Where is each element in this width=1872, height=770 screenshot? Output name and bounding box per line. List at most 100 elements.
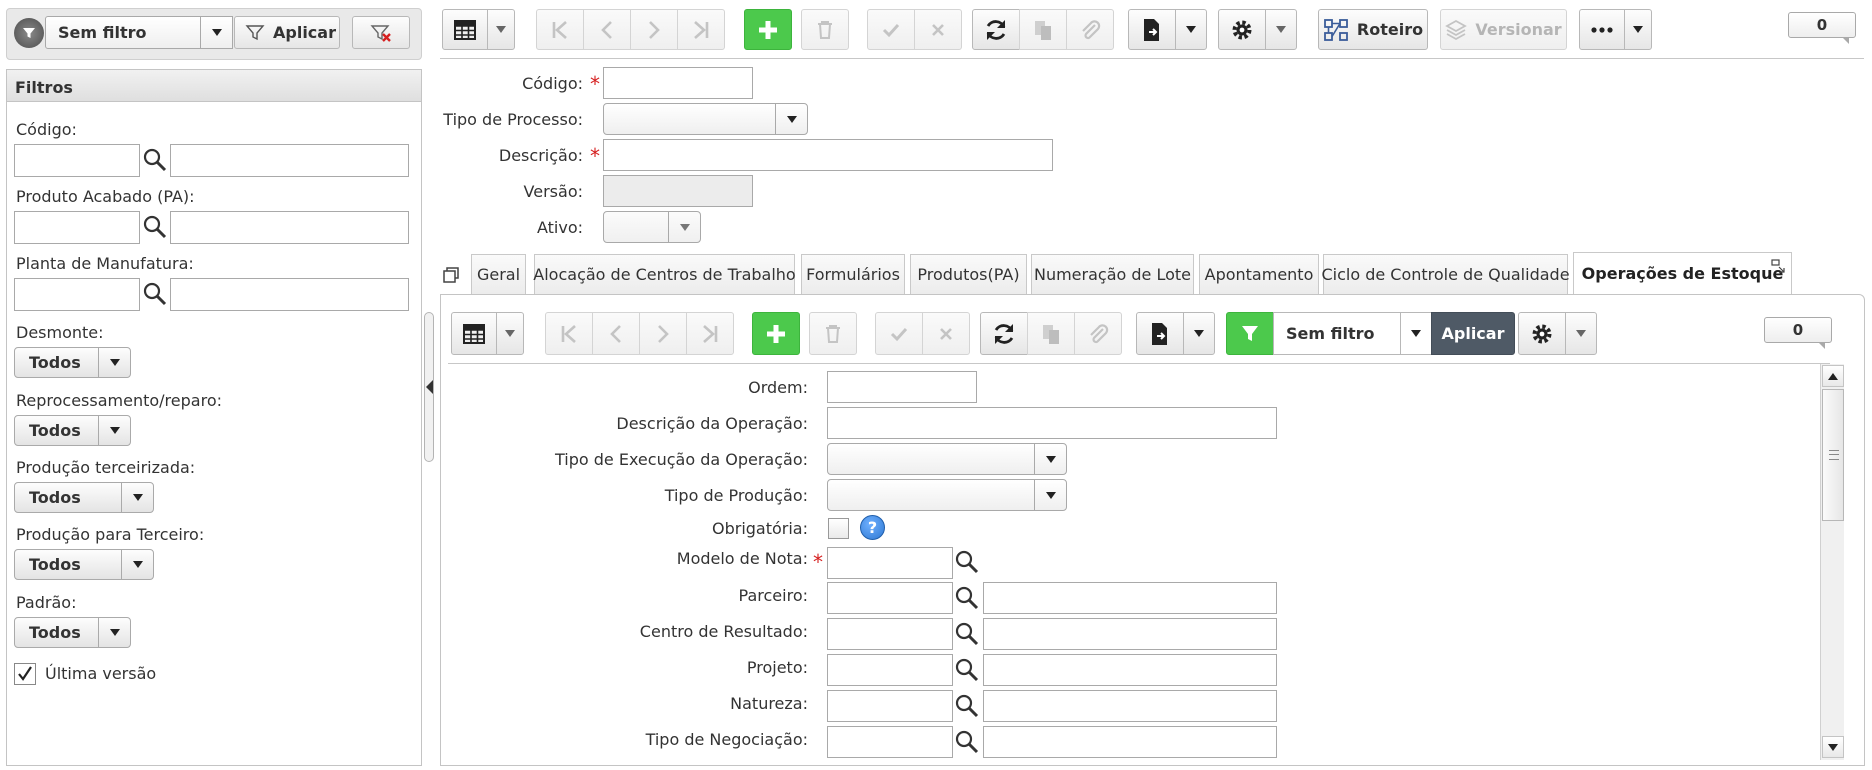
chevron-down-icon[interactable] <box>200 17 232 48</box>
chevron-down-icon[interactable] <box>98 618 130 647</box>
sub-filter-select[interactable]: Sem filtro <box>1273 312 1401 355</box>
tab-produtos[interactable]: Produtos(PA) <box>910 254 1027 294</box>
grid-view-dropdown[interactable] <box>487 9 515 50</box>
filter-planta-description[interactable] <box>170 278 409 311</box>
tipo-processo-select[interactable] <box>603 103 808 135</box>
projeto-description-input[interactable] <box>983 654 1277 686</box>
cancel-button[interactable] <box>914 9 962 50</box>
duplicate-button[interactable] <box>1019 9 1067 50</box>
vertical-scrollbar[interactable] <box>1820 364 1844 760</box>
search-icon[interactable] <box>954 657 980 683</box>
sub-attach-button[interactable] <box>1074 312 1122 355</box>
filter-para-terceiro-select[interactable]: Todos <box>14 549 154 580</box>
filter-reprocessamento-select[interactable]: Todos <box>14 415 131 446</box>
help-icon[interactable]: ? <box>860 515 885 540</box>
descricao-input[interactable] <box>603 139 1053 171</box>
search-icon[interactable] <box>142 214 168 240</box>
tab-apontamento[interactable]: Apontamento <box>1199 254 1319 294</box>
chevron-down-icon[interactable] <box>98 348 130 377</box>
restore-window-icon[interactable] <box>442 266 460 284</box>
tipo-negociacao-description-input[interactable] <box>983 726 1277 758</box>
codigo-input[interactable] <box>603 67 753 99</box>
ativo-select[interactable] <box>603 211 701 243</box>
settings-dropdown[interactable] <box>1265 9 1297 50</box>
search-icon[interactable] <box>954 729 980 755</box>
last-record-button[interactable] <box>677 9 725 50</box>
sub-settings-dropdown[interactable] <box>1565 312 1597 355</box>
scroll-up-button[interactable] <box>1822 365 1844 387</box>
search-icon[interactable] <box>954 621 980 647</box>
filter-terceirizada-select[interactable]: Todos <box>14 482 154 513</box>
attach-button[interactable] <box>1066 9 1114 50</box>
sub-settings-button[interactable] <box>1518 312 1566 355</box>
obrigatoria-checkbox[interactable] <box>828 518 849 539</box>
collapse-panel-arrow-icon[interactable] <box>426 380 433 394</box>
chevron-down-icon[interactable] <box>775 104 807 134</box>
roteiro-button[interactable]: Roteiro <box>1318 9 1428 50</box>
modelo-nota-input[interactable] <box>827 547 953 579</box>
tipo-producao-select[interactable] <box>827 479 1067 511</box>
settings-button[interactable] <box>1218 9 1266 50</box>
sub-grid-view-button[interactable] <box>451 312 497 355</box>
filter-produto-description[interactable] <box>170 211 409 244</box>
save-button[interactable] <box>867 9 915 50</box>
search-icon[interactable] <box>142 147 168 173</box>
next-record-button[interactable] <box>630 9 678 50</box>
saved-filter-select[interactable]: Sem filtro <box>45 16 233 49</box>
tab-geral[interactable]: Geral <box>471 254 526 294</box>
first-record-button[interactable] <box>536 9 584 50</box>
sub-add-record-button[interactable] <box>752 312 800 355</box>
export-dropdown[interactable] <box>1175 9 1207 50</box>
more-actions-button[interactable] <box>1579 9 1625 50</box>
tipo-negociacao-code-input[interactable] <box>827 726 953 758</box>
filter-padrao-select[interactable]: Todos <box>14 617 131 648</box>
clear-filter-button[interactable] <box>352 16 410 49</box>
chevron-down-icon[interactable] <box>98 416 130 445</box>
chevron-down-icon[interactable] <box>121 550 153 579</box>
sub-next-record-button[interactable] <box>639 312 687 355</box>
more-actions-dropdown[interactable] <box>1624 9 1652 50</box>
sub-duplicate-button[interactable] <box>1027 312 1075 355</box>
filter-planta-input[interactable] <box>14 278 140 311</box>
ultima-versao-checkbox[interactable] <box>14 663 36 685</box>
projeto-code-input[interactable] <box>827 654 953 686</box>
chevron-down-icon[interactable] <box>668 212 700 242</box>
filter-codigo-input[interactable] <box>14 144 140 177</box>
sub-export-dropdown[interactable] <box>1183 312 1215 355</box>
filter-desmonte-select[interactable]: Todos <box>14 347 131 378</box>
maximize-tab-icon[interactable] <box>1771 259 1785 273</box>
centro-resultado-description-input[interactable] <box>983 618 1277 650</box>
chevron-down-icon[interactable] <box>121 483 153 512</box>
export-button[interactable] <box>1128 9 1176 50</box>
previous-record-button[interactable] <box>583 9 631 50</box>
sub-apply-filter-button[interactable]: Aplicar <box>1431 312 1515 355</box>
versionar-button[interactable]: Versionar <box>1440 9 1567 50</box>
left-apply-filter-button[interactable]: Aplicar <box>234 16 340 49</box>
add-record-button[interactable] <box>744 9 792 50</box>
sub-grid-view-dropdown[interactable] <box>496 312 524 355</box>
search-icon[interactable] <box>954 549 980 575</box>
sub-cancel-button[interactable] <box>922 312 970 355</box>
chevron-down-icon[interactable] <box>1034 480 1066 510</box>
sub-save-button[interactable] <box>875 312 923 355</box>
sub-export-button[interactable] <box>1136 312 1184 355</box>
natureza-code-input[interactable] <box>827 690 953 722</box>
delete-record-button[interactable] <box>801 9 849 50</box>
filter-produto-input[interactable] <box>14 211 140 244</box>
sub-delete-record-button[interactable] <box>809 312 857 355</box>
centro-resultado-code-input[interactable] <box>827 618 953 650</box>
grid-view-button[interactable] <box>442 9 488 50</box>
filter-codigo-description[interactable] <box>170 144 409 177</box>
sub-filter-button[interactable] <box>1226 312 1274 355</box>
sub-filter-dropdown[interactable] <box>1400 312 1432 355</box>
sub-refresh-button[interactable] <box>980 312 1028 355</box>
descricao-operacao-input[interactable] <box>827 407 1277 439</box>
search-icon[interactable] <box>954 693 980 719</box>
tab-operacoes-estoque[interactable]: Operações de Estoque <box>1573 252 1792 294</box>
sub-previous-record-button[interactable] <box>592 312 640 355</box>
ordem-input[interactable] <box>827 371 977 403</box>
refresh-button[interactable] <box>972 9 1020 50</box>
tipo-execucao-select[interactable] <box>827 443 1067 475</box>
scroll-thumb[interactable] <box>1822 389 1844 521</box>
chevron-down-icon[interactable] <box>1034 444 1066 474</box>
